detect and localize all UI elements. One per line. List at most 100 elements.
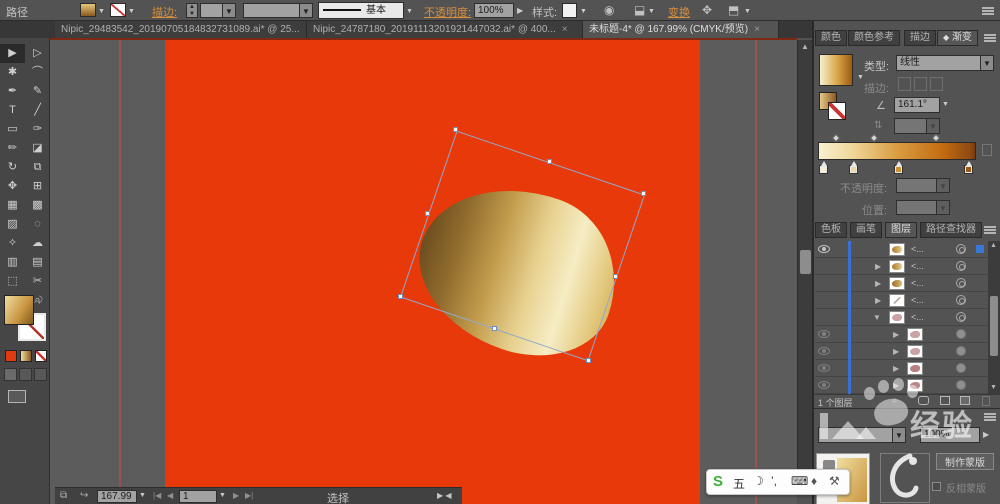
angle-field[interactable]: 161.1°: [894, 97, 940, 113]
lasso-tool[interactable]: ⌒: [25, 63, 50, 82]
selection-handle[interactable]: [613, 274, 618, 279]
layer-thumbnail[interactable]: [889, 260, 905, 273]
selection-handle[interactable]: [586, 358, 591, 363]
mask-thumbnail-frame[interactable]: [880, 453, 930, 503]
pencil-tool[interactable]: ✏: [0, 139, 25, 158]
selection-handle[interactable]: [425, 211, 430, 216]
symbol-sprayer-tool[interactable]: ☁: [25, 234, 50, 253]
align-icon[interactable]: ✥: [702, 3, 712, 17]
document-tab-3-active[interactable]: 未标题-4* @ 167.99% (CMYK/预览)×: [583, 21, 779, 38]
gradient-stop-4[interactable]: [964, 165, 973, 174]
tab-gradient[interactable]: ◆ 渐变: [937, 30, 978, 46]
ime-punctuation-icon[interactable]: ’,: [771, 474, 777, 488]
free-transform-tool[interactable]: ✥: [0, 177, 25, 196]
swap-fill-stroke-icon[interactable]: ⤸: [38, 295, 43, 305]
gradient-stop-3[interactable]: [894, 165, 903, 174]
rectangle-tool[interactable]: ▭: [0, 120, 25, 139]
target-icon[interactable]: [956, 363, 966, 373]
export-icon[interactable]: ↪: [80, 490, 88, 501]
stroke-weight-field[interactable]: ▼: [200, 3, 236, 18]
tab-layers[interactable]: 图层: [885, 222, 917, 238]
artboard-number-arrow[interactable]: ▼: [219, 492, 226, 499]
stroke-link[interactable]: 描边:: [152, 4, 177, 20]
target-icon[interactable]: [956, 295, 966, 305]
invert-mask-label[interactable]: 反相蒙版: [946, 480, 986, 495]
magic-wand-tool[interactable]: ✱: [0, 63, 25, 82]
artboard-number-field[interactable]: 1: [179, 490, 217, 503]
scrollbar-thumb[interactable]: [800, 250, 811, 274]
control-bar-menu-icon[interactable]: [982, 10, 994, 12]
expand-arrow-icon[interactable]: ▶: [893, 347, 899, 356]
transparency-opacity-field[interactable]: 100%: [920, 427, 980, 443]
color-button[interactable]: [5, 350, 17, 362]
rotate-tool[interactable]: ↻: [0, 158, 25, 177]
selection-tool[interactable]: ▶: [0, 44, 25, 63]
mini-stroke-indicator[interactable]: [828, 102, 846, 120]
brush-definition-select[interactable]: 基本: [318, 2, 404, 19]
stroke-swatch[interactable]: [110, 3, 126, 17]
next-artboard-icon[interactable]: ▶: [233, 491, 239, 500]
column-graph-tool[interactable]: ▤: [25, 253, 50, 272]
tab-brushes[interactable]: 画笔: [850, 222, 882, 238]
history-icon[interactable]: ⧉: [60, 490, 67, 501]
layer-label[interactable]: <...: [911, 261, 924, 271]
eyedropper-tool[interactable]: ✧: [0, 234, 25, 253]
draw-inside-button[interactable]: [34, 368, 47, 381]
transparency-panel-menu-icon[interactable]: [984, 416, 996, 418]
brush-definition-arrow[interactable]: ▼: [406, 8, 413, 15]
layer-row[interactable]: ▼ <...: [815, 309, 988, 326]
layer-row[interactable]: <...: [815, 241, 988, 258]
last-artboard-icon[interactable]: ▶|: [245, 491, 253, 500]
eraser-tool[interactable]: ◪: [25, 139, 50, 158]
chevron-down-icon[interactable]: ▼: [299, 4, 312, 17]
layer-label[interactable]: <...: [911, 278, 924, 288]
fill-proxy-swatch[interactable]: [4, 295, 34, 325]
clipping-mask-icon[interactable]: [918, 396, 929, 405]
selection-handle[interactable]: [492, 326, 497, 331]
gradient-midpoint[interactable]: [870, 134, 878, 142]
layer-thumbnail[interactable]: [889, 311, 905, 324]
tab-stroke[interactable]: 描边: [904, 30, 936, 46]
tab-color-guide[interactable]: 颜色参考: [848, 30, 900, 46]
selected-art-indicator[interactable]: [976, 245, 984, 253]
new-layer-icon[interactable]: [960, 396, 970, 405]
expand-arrow-icon[interactable]: ▶: [893, 364, 899, 373]
layer-thumbnail[interactable]: [907, 362, 923, 375]
selection-handle[interactable]: [398, 294, 403, 299]
layer-row[interactable]: ▶ <...: [815, 292, 988, 309]
expand-arrow-icon[interactable]: ▶: [875, 296, 881, 305]
ime-moon-icon[interactable]: ☽: [753, 474, 764, 488]
zoom-level-field[interactable]: 167.99: [97, 490, 137, 503]
gradient-panel-menu-icon[interactable]: [984, 37, 996, 39]
prev-artboard-icon[interactable]: ◀: [167, 491, 173, 500]
graph-tool[interactable]: ▥: [0, 253, 25, 272]
chevron-down-icon[interactable]: ▼: [222, 4, 235, 17]
new-sublayer-icon[interactable]: [940, 396, 950, 405]
selection-handle[interactable]: [641, 191, 646, 196]
type-select[interactable]: 线性▼: [896, 55, 994, 71]
distribute-icon[interactable]: ⬒: [728, 3, 739, 17]
transform-link[interactable]: 变换: [668, 4, 690, 20]
screen-mode-icon[interactable]: [8, 390, 26, 403]
gradient-stop-2[interactable]: [849, 165, 858, 174]
expand-arrow-icon[interactable]: ▶: [893, 381, 899, 390]
layer-row[interactable]: ▶ <...: [815, 275, 988, 292]
delete-layer-icon[interactable]: [982, 396, 990, 406]
style-arrow[interactable]: ▼: [580, 8, 587, 15]
ime-wubi-label[interactable]: 五: [733, 475, 745, 492]
draw-normal-button[interactable]: [4, 368, 17, 381]
layer-row[interactable]: ▶: [815, 360, 988, 377]
visibility-eye-icon[interactable]: [818, 330, 830, 338]
target-icon[interactable]: [956, 329, 966, 339]
distribute-arrow[interactable]: ▼: [744, 8, 751, 15]
direct-selection-tool[interactable]: ▷: [25, 44, 50, 63]
expand-arrow-icon[interactable]: ▶: [875, 262, 881, 271]
layer-label[interactable]: <...: [911, 312, 924, 322]
invert-mask-checkbox[interactable]: [932, 482, 941, 491]
scroll-down-arrow[interactable]: ▼: [990, 384, 997, 391]
shape-builder-tool[interactable]: ⊞: [25, 177, 50, 196]
make-mask-button[interactable]: 制作蒙版: [936, 453, 994, 470]
fill-swatch[interactable]: [80, 3, 96, 17]
ime-mic-icon[interactable]: ♦: [811, 474, 817, 488]
layer-thumbnail[interactable]: [907, 345, 923, 358]
